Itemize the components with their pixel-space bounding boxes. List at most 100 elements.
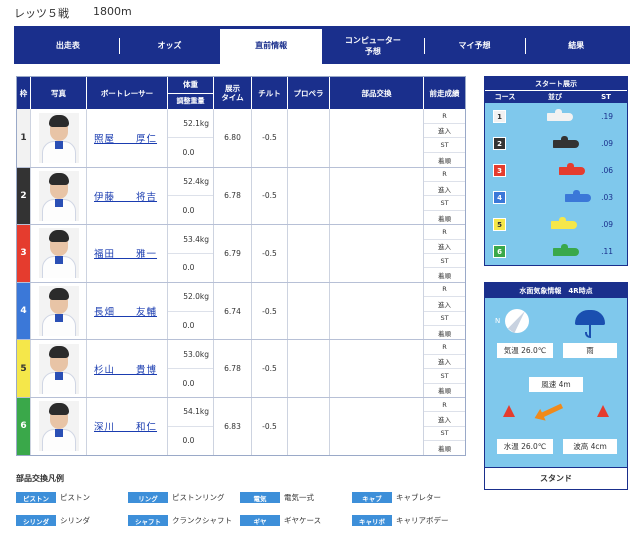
course-number: 3 (493, 164, 506, 177)
racer-name-link[interactable]: 照屋 厚仁 (87, 109, 168, 167)
table-row: 5 杉山 貴博 53.0kg 0.0 6.78 -0.5 R 進入 ST 着順 (17, 339, 465, 397)
tab-0[interactable]: 出走表 (17, 29, 119, 64)
header-previous: 前走成績 (429, 88, 460, 98)
prev-result-label: ST (424, 137, 465, 152)
prev-result-label: 着順 (424, 267, 465, 281)
legend-label: クランクシャフト (172, 516, 232, 525)
legend-item: 電気 電気一式 (240, 492, 352, 503)
racer-name-link[interactable]: 福田 雅一 (87, 225, 168, 282)
start-timing: .11 (601, 247, 613, 256)
course-number: 4 (493, 191, 506, 204)
racer-name-link[interactable]: 深川 和仁 (87, 397, 168, 455)
previous-results: R 進入 ST 着順 (424, 340, 465, 397)
legend-label: ピストンリング (172, 493, 225, 502)
legend-item: キャリボ キャリアボデー (352, 515, 464, 526)
racer-photo (31, 167, 87, 225)
tab-2[interactable]: 直前情報 (220, 29, 323, 64)
header-parts: 部品交換 (330, 77, 424, 109)
start-col-st: ST (601, 93, 611, 101)
boat-icon (547, 108, 573, 121)
legend-badge: シャフト (128, 515, 168, 526)
table-row: 1 照屋 厚仁 52.1kg 0.0 6.80 -0.5 R 進入 ST 着順 (17, 109, 465, 167)
prev-result-label: R (442, 227, 447, 236)
prev-result-label: ST (424, 310, 465, 325)
racer-weight: 53.0kg (183, 349, 209, 359)
racer-weight: 53.4kg (183, 234, 209, 244)
prev-result-label: 進入 (424, 238, 465, 253)
legend-label: キャリアボデー (396, 516, 449, 525)
header-propeller: プロペラ (288, 77, 330, 109)
prev-result-label: 着順 (424, 324, 465, 339)
boat-icon (565, 189, 591, 202)
tab-3[interactable]: コンピューター 予想 (322, 29, 424, 64)
wind-speed: 風速 4m (529, 377, 583, 392)
header-photo: 写真 (31, 77, 87, 109)
racer-name-link[interactable]: 杉山 貴博 (87, 340, 168, 397)
legend-item: シャフト クランクシャフト (128, 515, 240, 526)
race-tabs: 出走表 オッズ 直前情報 コンピューター 予想 マイ予想 結果 (14, 26, 630, 64)
legend-label: 電気一式 (284, 493, 314, 502)
start-lane: 5 .09 (485, 211, 627, 238)
wind-arrow-icon (540, 403, 564, 418)
tab-1[interactable]: オッズ (118, 29, 221, 64)
start-col-course: コース (494, 93, 516, 101)
legend-item: ギヤ ギヤケース (240, 515, 352, 526)
course-number: 6 (493, 245, 506, 258)
weight-cell: 52.0kg 0.0 (168, 282, 214, 340)
buoy-right-icon (597, 405, 609, 417)
prev-result-label: ST (424, 425, 465, 440)
prev-result-label: R (442, 285, 447, 294)
prev-result-label: R (442, 400, 447, 409)
previous-results: R 進入 ST 着順 (424, 283, 465, 340)
parts-exchange (330, 109, 424, 167)
boat-icon (553, 243, 579, 256)
tenji-time: 6.78 (214, 167, 252, 225)
start-lane: 3 .06 (485, 157, 627, 184)
weight-adjust: 0.0 (168, 425, 213, 455)
race-header: レッツ５戦 1800m (14, 5, 132, 21)
previous-results: R 進入 ST 着順 (424, 109, 465, 167)
north-label: N (495, 317, 501, 325)
wind-direction-icon: N (495, 309, 529, 333)
racer-photo (31, 225, 87, 282)
prev-result-label: 進入 (424, 180, 465, 195)
avatar (38, 112, 79, 163)
pre-race-info-table: 枠 写真 ボートレーサー 体重 調整重量 展示 タイム チルト プロペラ 部品交… (16, 76, 466, 456)
start-display-panel: スタート展示 コース 並び ST 1 .19 2 .09 3 .06 4 .03 5 .… (484, 76, 628, 266)
table-row: 6 深川 和仁 54.1kg 0.0 6.83 -0.5 R 進入 ST 着順 (17, 396, 465, 455)
prev-result-label: R (442, 343, 447, 352)
propeller-value (288, 167, 330, 225)
legend-badge: ギヤ (240, 515, 280, 526)
race-name: レッツ５戦 (14, 7, 69, 20)
legend-badge: リング (128, 492, 168, 503)
start-lanes: 1 .19 2 .09 3 .06 4 .03 5 .09 6 .11 (485, 103, 627, 265)
tab-5[interactable]: 結果 (525, 29, 627, 64)
avatar (38, 401, 79, 452)
parts-legend: ピストン ピストン リング ピストンリング 電気 電気一式 キャブ キャブレター シリンダ シリン… (16, 492, 466, 526)
boat-icon (553, 135, 579, 148)
racer-photo (31, 282, 87, 340)
weight-cell: 53.4kg 0.0 (168, 225, 214, 282)
tab-4[interactable]: マイ予想 (423, 29, 526, 64)
start-timing: .09 (601, 139, 613, 148)
legend-badge: 電気 (240, 492, 280, 503)
course-number: 2 (493, 137, 506, 150)
tenji-time: 6.83 (214, 397, 252, 455)
weight-cell: 52.4kg 0.0 (168, 167, 214, 225)
legend-badge: キャリボ (352, 515, 392, 526)
table-row: 3 福田 雅一 53.4kg 0.0 6.79 -0.5 R 進入 ST 着順 (17, 224, 465, 282)
start-display-title: スタート展示 (485, 77, 627, 90)
buoy-left-icon (503, 405, 515, 417)
parts-legend-title: 部品交換凡例 (16, 474, 64, 483)
prev-result-label: 着順 (424, 151, 465, 167)
parts-exchange (330, 225, 424, 282)
legend-item: ピストン ピストン (16, 492, 128, 503)
header-weight-label: 体重 (183, 80, 198, 90)
racer-name-link[interactable]: 長畑 友輔 (87, 282, 168, 340)
previous-results: R 進入 ST 着順 (424, 398, 465, 455)
waku-number: 3 (17, 225, 31, 282)
tilt-value: -0.5 (252, 167, 288, 225)
racer-name-link[interactable]: 伊藤 将吉 (87, 167, 168, 225)
course-number: 5 (493, 218, 506, 231)
start-display-columns: コース 並び ST (485, 90, 627, 103)
